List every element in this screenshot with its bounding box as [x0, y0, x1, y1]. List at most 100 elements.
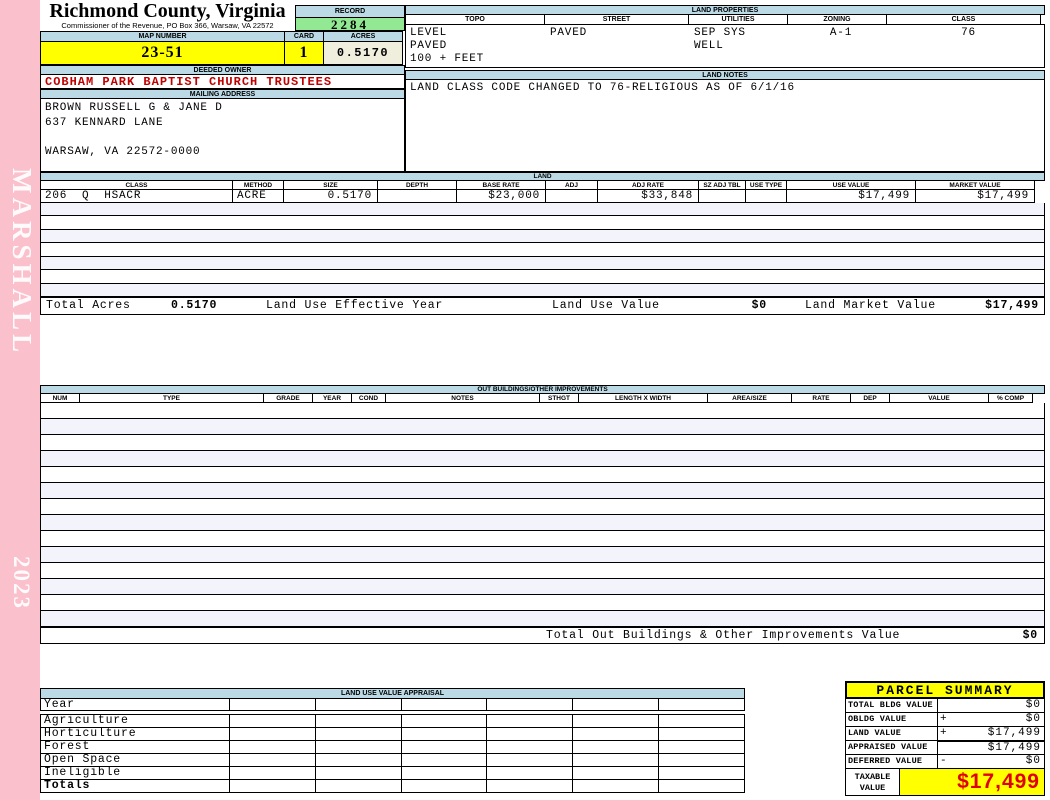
- appraisal-cell: [229, 698, 316, 711]
- appraisal-cell: [486, 779, 574, 793]
- outbuildings-total-value: $0: [1022, 629, 1038, 642]
- cell-use-value: $17,499: [786, 189, 916, 203]
- map-card-acres-row: MAP NUMBER 23-51 CARD 1 ACRES 0.5170: [40, 31, 405, 65]
- appraisal-cell: [229, 740, 316, 754]
- appraisal-cell: [229, 779, 316, 793]
- outbuildings-total-label: Total Out Buildings & Other Improvements…: [546, 629, 901, 642]
- summary-row-sign: -: [940, 755, 947, 767]
- appraisal-cell: [486, 766, 574, 780]
- appraisal-row-label: Horticulture: [40, 727, 230, 741]
- map-number-value: 23-51: [40, 41, 285, 65]
- appraisal-row: Year: [40, 698, 745, 711]
- class-value: 76: [961, 27, 976, 39]
- owner-section: DEEDED OWNER COBHAM PARK BAPTIST CHURCH …: [40, 65, 405, 199]
- empty-row: [41, 203, 1044, 217]
- land-use-appraisal-table: LAND USE VALUE APPRAISAL Year Agriculture…: [40, 688, 745, 793]
- summary-row-sign: [938, 742, 950, 754]
- appraisal-cell: [572, 714, 660, 728]
- land-notes-section: LAND NOTES LAND CLASS CODE CHANGED TO 76…: [405, 70, 1045, 172]
- appraisal-cell: [658, 779, 745, 793]
- empty-row: [41, 531, 1044, 547]
- cell-adj: [545, 189, 598, 203]
- card-cell: CARD 1: [284, 31, 324, 65]
- appraisal-cell: [572, 779, 660, 793]
- summary-row-sign: +: [940, 713, 947, 725]
- land-use-value-amount: $0: [751, 299, 767, 312]
- empty-row: [41, 270, 1044, 284]
- appraisal-cell: [229, 753, 316, 767]
- appraisal-cell: [314, 779, 402, 793]
- col-header-year: YEAR: [312, 393, 352, 403]
- summary-row-label: APPRAISED VALUE: [845, 740, 938, 755]
- empty-row: [41, 595, 1044, 611]
- card-value: 1: [284, 41, 324, 65]
- empty-row: [41, 547, 1044, 563]
- summary-row-label: DEFERRED VALUE: [845, 754, 938, 769]
- col-header-sthgt: STHGT: [539, 393, 579, 403]
- appraisal-row: Open Space: [40, 753, 745, 767]
- acres-cell: ACRES 0.5170: [323, 31, 403, 65]
- appraisal-cell: [572, 698, 660, 711]
- sidebar-year-vertical: 2023: [9, 556, 34, 610]
- appraisal-row: Horticulture: [40, 727, 745, 741]
- summary-row: APPRAISED VALUE $17,499: [845, 740, 1045, 755]
- mailing-address-block: BROWN RUSSELL G & JANE D 637 KENNARD LAN…: [40, 98, 405, 199]
- appraisal-cell: [229, 714, 316, 728]
- address-line: 637 KENNARD LANE: [45, 117, 164, 129]
- acres-value: 0.5170: [323, 41, 403, 65]
- appraisal-cell: [400, 698, 488, 711]
- land-notes-text: LAND CLASS CODE CHANGED TO 76-RELIGIOUS …: [405, 79, 1045, 172]
- appraisal-cell: [400, 753, 488, 767]
- outbuildings-headers: NUM TYPE GRADE YEAR COND NOTES STHGT LEN…: [40, 393, 1045, 403]
- summary-row-label: OBLDG VALUE: [845, 712, 938, 727]
- sidebar-strip: [0, 0, 40, 800]
- record-box: RECORD 2284: [295, 5, 405, 31]
- topo-value: 100 + FEET: [410, 53, 485, 65]
- appraisal-cell: [400, 740, 488, 754]
- empty-row: [41, 611, 1044, 627]
- appraisal-cell: [314, 766, 402, 780]
- appraisal-cell: [572, 753, 660, 767]
- appraisal-row: Ineligible: [40, 766, 745, 780]
- col-header-area-size: AREA/SIZE: [707, 393, 792, 403]
- appraisal-row-label: Open Space: [40, 753, 230, 767]
- cell-depth: [377, 189, 457, 203]
- zoning-value: A-1: [829, 27, 853, 39]
- empty-row: [41, 515, 1044, 531]
- effective-year-label: Land Use Effective Year: [266, 299, 444, 312]
- empty-row: [41, 451, 1044, 467]
- land-market-value-label: Land Market Value: [805, 299, 936, 312]
- empty-row: [41, 435, 1044, 451]
- appraisal-cell: [486, 714, 574, 728]
- appraisal-cell: [486, 740, 574, 754]
- taxable-value-amount: $17,499: [900, 768, 1045, 796]
- summary-row-value: $17,499: [987, 727, 1041, 739]
- appraisal-cell: [314, 740, 402, 754]
- summary-row-label: LAND VALUE: [845, 726, 938, 741]
- summary-row: LAND VALUE + $17,499: [845, 726, 1045, 741]
- topo-value: PAVED: [410, 40, 448, 52]
- cell-method: ACRE: [232, 189, 284, 203]
- appraisal-row-label: Forest: [40, 740, 230, 754]
- empty-row: [41, 229, 1044, 244]
- utilities-value: SEP SYS: [694, 27, 746, 39]
- land-use-value-label: Land Use Value: [552, 299, 660, 312]
- topo-value: LEVEL: [410, 27, 448, 39]
- empty-row: [41, 467, 1044, 483]
- empty-row: [41, 283, 1044, 297]
- summary-row-sign: +: [940, 727, 947, 739]
- commissioner-line: Commissioner of the Revenue, PO Box 366,…: [61, 21, 274, 30]
- appraisal-row: Agriculture: [40, 714, 745, 728]
- summary-row: OBLDG VALUE + $0: [845, 712, 1045, 727]
- appraisal-cell: [572, 740, 660, 754]
- col-header-type: TYPE: [79, 393, 264, 403]
- address-line: WARSAW, VA 22572-0000: [45, 146, 201, 158]
- taxable-value-row: TAXABLE VALUE $17,499: [845, 768, 1045, 796]
- appraisal-cell: [486, 698, 574, 711]
- cell-base-rate: $23,000: [456, 189, 546, 203]
- appraisal-cell: [400, 727, 488, 741]
- land-totals-row: Total Acres 0.5170 Land Use Effective Ye…: [40, 297, 1045, 315]
- appraisal-cell: [314, 753, 402, 767]
- summary-row-value: $0: [1025, 755, 1041, 767]
- appraisal-cell: [572, 727, 660, 741]
